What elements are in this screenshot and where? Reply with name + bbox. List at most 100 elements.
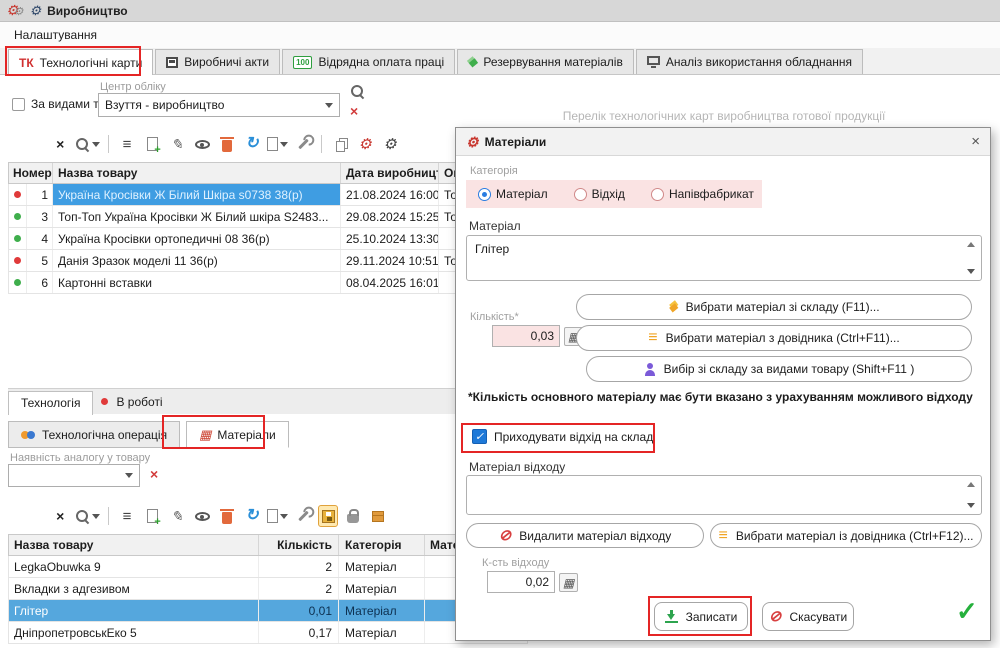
category-radio-group: Матеріал Відхід Напівфабрикат [466,180,762,208]
new-document-icon [147,509,158,523]
radio-icon [478,188,491,201]
clear-icon: × [56,137,64,151]
col-num[interactable]: Номер [9,163,53,183]
center-combo[interactable]: Взуття - виробництво [98,93,340,117]
quantity-field[interactable]: 0,03 [492,325,560,347]
table-row[interactable]: 4 Україна Кросівки ортопедичні 08 36(р) … [8,228,528,250]
select-from-stock-button[interactable]: ◆ Вибрати матеріал зі складу (F11)... [576,294,972,320]
select-waste-from-reference-button[interactable]: ≡ Вибрати матеріал із довідника (Ctrl+F1… [710,523,982,548]
tab-production-acts[interactable]: Виробничі акти [155,49,280,74]
report-button[interactable] [267,133,288,155]
delete-record-button[interactable] [217,133,237,155]
waste-material-field[interactable] [466,475,982,515]
refresh-icon: ↻ [245,136,258,152]
spin-up-icon[interactable] [967,242,975,247]
options-button[interactable]: ⚙ [380,133,400,155]
toolbar-separator [321,135,322,153]
save-record-button[interactable]: Записати [654,602,748,631]
post-waste-checkbox[interactable]: Приходувати відхід на склад [472,429,653,444]
delete-waste-material-button[interactable]: ⊘ Видалити матеріал відходу [466,523,704,548]
tab-piecework-pay[interactable]: 100 Відрядна оплата праці [282,49,455,74]
gear-icon: ⚙ [14,6,24,18]
spin-down-icon[interactable] [967,503,975,508]
clear-filter-button[interactable]: × [50,505,70,527]
tab-materials[interactable]: ▦ Матеріали [186,421,289,448]
status-dot-icon [14,235,21,242]
material-field[interactable]: Глітер [466,235,982,281]
select-from-reference-button[interactable]: ≡ Вибрати матеріал з довідника (Ctrl+F11… [576,325,972,351]
layers-icon: ◆ [668,301,677,313]
table-row[interactable]: LegkaObuwka 9 2 Матеріал [8,556,528,578]
quantity-value: 0,03 [531,329,554,343]
table-row[interactable]: 3 Топ-Топ Україна Кросівки Ж Білий шкіра… [8,206,528,228]
search-button[interactable] [75,133,100,155]
process-button[interactable]: ⚙ [355,133,375,155]
cat-cell: Матеріал [339,556,425,577]
tools-button[interactable] [293,505,313,527]
clear-center-button[interactable]: × [350,104,358,118]
clear-filter-button[interactable]: × [50,133,70,155]
radio-material[interactable]: Матеріал [478,187,548,201]
select-by-product-type-button[interactable]: Вибір зі складу за видами товару (Shift+… [586,356,972,382]
col-qty[interactable]: Кількість [259,535,339,555]
refresh-button[interactable]: ↻ [242,505,262,527]
search-button[interactable] [75,505,100,527]
copy-button[interactable] [330,133,350,155]
table-row[interactable]: 5 Данія Зразок моделі 11 36(р) 29.11.202… [8,250,528,272]
checkbox-icon[interactable] [12,98,25,111]
waste-material-label: Матеріал відходу [469,460,565,474]
clear-analog-button[interactable]: × [150,467,158,481]
close-icon[interactable]: × [971,133,980,150]
eye-icon [195,140,210,149]
waste-quantity-field[interactable]: 0,02 [487,571,555,593]
col-cat[interactable]: Категорія [339,535,425,555]
menu-settings[interactable]: Налаштування [8,26,103,44]
radio-semifinished[interactable]: Напівфабрикат [651,187,754,201]
radio-waste[interactable]: Відхід [574,187,625,201]
view-record-button[interactable] [192,505,212,527]
document-icon [267,137,278,151]
save-button[interactable] [318,505,338,527]
name-cell: Данія Зразок моделі 11 36(р) [53,250,341,271]
tab-equipment-analysis[interactable]: Аналіз використання обладнання [636,49,863,74]
package-button[interactable] [368,505,388,527]
col-name[interactable]: Назва товару [9,535,259,555]
stock-button[interactable] [343,505,363,527]
report-button[interactable] [267,505,288,527]
chevron-down-icon [92,142,100,147]
material-label: Матеріал [469,219,521,233]
edit-record-button[interactable]: ✎ [167,505,187,527]
cancel-button[interactable]: ⊘ Скасувати [762,602,854,631]
spin-up-icon[interactable] [967,482,975,487]
delete-record-button[interactable] [217,505,237,527]
table-row[interactable]: Вкладки з адгезивом 2 Матеріал [8,578,528,600]
view-record-button[interactable] [192,133,212,155]
materials-toolbar: × ≡ ✎ ↻ [50,502,388,530]
add-record-button[interactable] [142,133,162,155]
col-date[interactable]: Дата виробництва [341,163,439,183]
edit-record-button[interactable]: ✎ [167,133,187,155]
add-record-button[interactable] [142,505,162,527]
list-icon: ≡ [719,528,728,544]
tab-technology[interactable]: Технологія [8,391,93,415]
calculator-button[interactable]: ▦ [559,573,578,592]
tools-button[interactable] [293,133,313,155]
table-row[interactable]: 6 Картонні вставки 08.04.2025 16:01:11 [8,272,528,294]
spin-down-icon[interactable] [967,269,975,274]
tab-material-reservation[interactable]: ◆ Резервування матеріалів [457,49,634,74]
tab-tech-cards[interactable]: ТК Технологічні карти [8,49,153,75]
tab-tech-operation[interactable]: Технологічна операція [8,421,180,448]
filter-button[interactable]: ≡ [117,505,137,527]
table-row[interactable]: ДніпропетровськЕко 5 0,17 Матеріал [8,622,528,644]
radio-label: Відхід [592,187,625,201]
date-cell: 29.08.2024 15:25:41 [341,206,439,227]
toolbar-separator [108,135,109,153]
filter-button[interactable]: ≡ [117,133,137,155]
search-icon[interactable] [350,84,365,99]
analog-combo[interactable] [8,464,140,487]
num-cell: 5 [27,250,53,271]
col-name[interactable]: Назва товару [53,163,341,183]
refresh-button[interactable]: ↻ [242,133,262,155]
table-row[interactable]: 1 Україна Кросівки Ж Білий Шкіра s0738 3… [8,184,528,206]
table-row[interactable]: Глітер 0,01 Матеріал [8,600,528,622]
